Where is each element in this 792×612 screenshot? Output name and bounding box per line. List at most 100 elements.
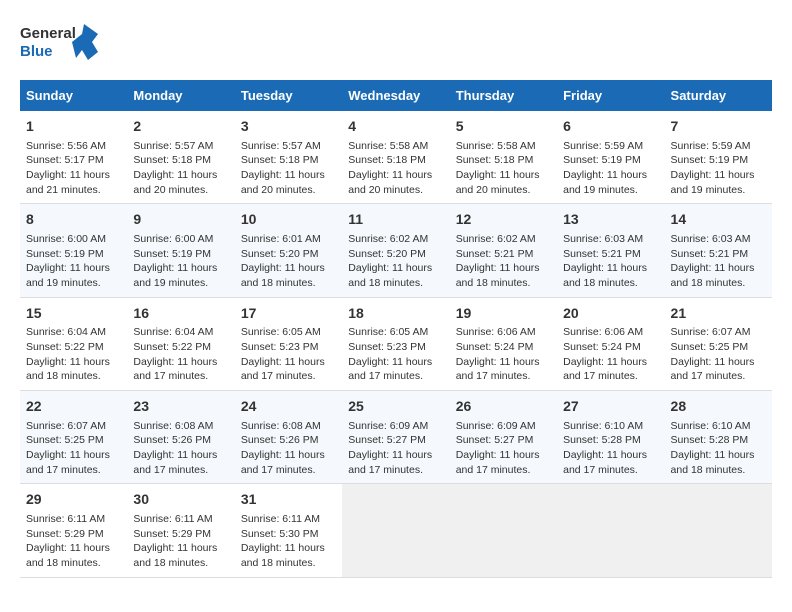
day-info: Sunrise: 6:08 AM Sunset: 5:26 PM Dayligh… — [241, 419, 336, 478]
day-info: Sunrise: 6:04 AM Sunset: 5:22 PM Dayligh… — [26, 325, 121, 384]
calendar-header: SundayMondayTuesdayWednesdayThursdayFrid… — [20, 80, 772, 111]
day-number: 3 — [241, 117, 336, 137]
day-cell — [665, 484, 772, 577]
day-cell: 10Sunrise: 6:01 AM Sunset: 5:20 PM Dayli… — [235, 204, 342, 297]
day-info: Sunrise: 6:09 AM Sunset: 5:27 PM Dayligh… — [456, 419, 551, 478]
day-info: Sunrise: 6:03 AM Sunset: 5:21 PM Dayligh… — [563, 232, 658, 291]
day-info: Sunrise: 6:10 AM Sunset: 5:28 PM Dayligh… — [671, 419, 766, 478]
week-row-3: 15Sunrise: 6:04 AM Sunset: 5:22 PM Dayli… — [20, 297, 772, 390]
day-info: Sunrise: 5:58 AM Sunset: 5:18 PM Dayligh… — [456, 139, 551, 198]
day-number: 16 — [133, 304, 228, 324]
day-number: 15 — [26, 304, 121, 324]
day-number: 14 — [671, 210, 766, 230]
day-info: Sunrise: 5:59 AM Sunset: 5:19 PM Dayligh… — [563, 139, 658, 198]
day-number: 1 — [26, 117, 121, 137]
day-info: Sunrise: 6:05 AM Sunset: 5:23 PM Dayligh… — [241, 325, 336, 384]
day-number: 12 — [456, 210, 551, 230]
day-cell: 12Sunrise: 6:02 AM Sunset: 5:21 PM Dayli… — [450, 204, 557, 297]
day-number: 5 — [456, 117, 551, 137]
day-cell: 7Sunrise: 5:59 AM Sunset: 5:19 PM Daylig… — [665, 111, 772, 204]
day-cell: 25Sunrise: 6:09 AM Sunset: 5:27 PM Dayli… — [342, 391, 449, 484]
day-cell: 3Sunrise: 5:57 AM Sunset: 5:18 PM Daylig… — [235, 111, 342, 204]
col-header-friday: Friday — [557, 80, 664, 111]
day-cell: 29Sunrise: 6:11 AM Sunset: 5:29 PM Dayli… — [20, 484, 127, 577]
day-number: 27 — [563, 397, 658, 417]
day-number: 22 — [26, 397, 121, 417]
day-cell: 5Sunrise: 5:58 AM Sunset: 5:18 PM Daylig… — [450, 111, 557, 204]
day-cell: 26Sunrise: 6:09 AM Sunset: 5:27 PM Dayli… — [450, 391, 557, 484]
day-number: 24 — [241, 397, 336, 417]
day-cell: 11Sunrise: 6:02 AM Sunset: 5:20 PM Dayli… — [342, 204, 449, 297]
day-info: Sunrise: 6:11 AM Sunset: 5:29 PM Dayligh… — [26, 512, 121, 571]
day-cell — [342, 484, 449, 577]
week-row-2: 8Sunrise: 6:00 AM Sunset: 5:19 PM Daylig… — [20, 204, 772, 297]
day-cell: 15Sunrise: 6:04 AM Sunset: 5:22 PM Dayli… — [20, 297, 127, 390]
day-number: 13 — [563, 210, 658, 230]
day-number: 29 — [26, 490, 121, 510]
day-number: 19 — [456, 304, 551, 324]
day-cell: 6Sunrise: 5:59 AM Sunset: 5:19 PM Daylig… — [557, 111, 664, 204]
day-info: Sunrise: 5:58 AM Sunset: 5:18 PM Dayligh… — [348, 139, 443, 198]
day-info: Sunrise: 6:02 AM Sunset: 5:20 PM Dayligh… — [348, 232, 443, 291]
week-row-4: 22Sunrise: 6:07 AM Sunset: 5:25 PM Dayli… — [20, 391, 772, 484]
week-row-5: 29Sunrise: 6:11 AM Sunset: 5:29 PM Dayli… — [20, 484, 772, 577]
day-info: Sunrise: 6:11 AM Sunset: 5:30 PM Dayligh… — [241, 512, 336, 571]
day-number: 23 — [133, 397, 228, 417]
day-cell: 14Sunrise: 6:03 AM Sunset: 5:21 PM Dayli… — [665, 204, 772, 297]
day-number: 9 — [133, 210, 228, 230]
day-cell — [557, 484, 664, 577]
day-cell: 17Sunrise: 6:05 AM Sunset: 5:23 PM Dayli… — [235, 297, 342, 390]
col-header-monday: Monday — [127, 80, 234, 111]
logo: GeneralBlue — [20, 20, 100, 64]
day-info: Sunrise: 6:00 AM Sunset: 5:19 PM Dayligh… — [133, 232, 228, 291]
day-info: Sunrise: 6:11 AM Sunset: 5:29 PM Dayligh… — [133, 512, 228, 571]
day-number: 8 — [26, 210, 121, 230]
day-info: Sunrise: 5:56 AM Sunset: 5:17 PM Dayligh… — [26, 139, 121, 198]
day-number: 28 — [671, 397, 766, 417]
day-cell: 16Sunrise: 6:04 AM Sunset: 5:22 PM Dayli… — [127, 297, 234, 390]
day-number: 11 — [348, 210, 443, 230]
day-cell: 23Sunrise: 6:08 AM Sunset: 5:26 PM Dayli… — [127, 391, 234, 484]
day-cell — [450, 484, 557, 577]
day-info: Sunrise: 6:08 AM Sunset: 5:26 PM Dayligh… — [133, 419, 228, 478]
day-cell: 4Sunrise: 5:58 AM Sunset: 5:18 PM Daylig… — [342, 111, 449, 204]
day-cell: 9Sunrise: 6:00 AM Sunset: 5:19 PM Daylig… — [127, 204, 234, 297]
day-info: Sunrise: 6:05 AM Sunset: 5:23 PM Dayligh… — [348, 325, 443, 384]
day-number: 18 — [348, 304, 443, 324]
day-info: Sunrise: 5:59 AM Sunset: 5:19 PM Dayligh… — [671, 139, 766, 198]
day-info: Sunrise: 5:57 AM Sunset: 5:18 PM Dayligh… — [241, 139, 336, 198]
day-info: Sunrise: 6:10 AM Sunset: 5:28 PM Dayligh… — [563, 419, 658, 478]
day-info: Sunrise: 6:06 AM Sunset: 5:24 PM Dayligh… — [456, 325, 551, 384]
day-info: Sunrise: 6:04 AM Sunset: 5:22 PM Dayligh… — [133, 325, 228, 384]
day-number: 31 — [241, 490, 336, 510]
day-cell: 13Sunrise: 6:03 AM Sunset: 5:21 PM Dayli… — [557, 204, 664, 297]
day-cell: 8Sunrise: 6:00 AM Sunset: 5:19 PM Daylig… — [20, 204, 127, 297]
day-number: 26 — [456, 397, 551, 417]
day-info: Sunrise: 6:07 AM Sunset: 5:25 PM Dayligh… — [671, 325, 766, 384]
day-cell: 30Sunrise: 6:11 AM Sunset: 5:29 PM Dayli… — [127, 484, 234, 577]
col-header-thursday: Thursday — [450, 80, 557, 111]
day-number: 20 — [563, 304, 658, 324]
svg-text:General: General — [20, 25, 76, 42]
day-info: Sunrise: 6:07 AM Sunset: 5:25 PM Dayligh… — [26, 419, 121, 478]
day-number: 10 — [241, 210, 336, 230]
day-info: Sunrise: 6:01 AM Sunset: 5:20 PM Dayligh… — [241, 232, 336, 291]
day-number: 4 — [348, 117, 443, 137]
day-info: Sunrise: 6:06 AM Sunset: 5:24 PM Dayligh… — [563, 325, 658, 384]
day-cell: 24Sunrise: 6:08 AM Sunset: 5:26 PM Dayli… — [235, 391, 342, 484]
day-number: 17 — [241, 304, 336, 324]
day-info: Sunrise: 6:09 AM Sunset: 5:27 PM Dayligh… — [348, 419, 443, 478]
col-header-sunday: Sunday — [20, 80, 127, 111]
col-header-tuesday: Tuesday — [235, 80, 342, 111]
day-cell: 20Sunrise: 6:06 AM Sunset: 5:24 PM Dayli… — [557, 297, 664, 390]
day-number: 2 — [133, 117, 228, 137]
day-cell: 21Sunrise: 6:07 AM Sunset: 5:25 PM Dayli… — [665, 297, 772, 390]
day-cell: 27Sunrise: 6:10 AM Sunset: 5:28 PM Dayli… — [557, 391, 664, 484]
day-info: Sunrise: 6:00 AM Sunset: 5:19 PM Dayligh… — [26, 232, 121, 291]
day-info: Sunrise: 5:57 AM Sunset: 5:18 PM Dayligh… — [133, 139, 228, 198]
day-number: 6 — [563, 117, 658, 137]
day-number: 25 — [348, 397, 443, 417]
day-cell: 18Sunrise: 6:05 AM Sunset: 5:23 PM Dayli… — [342, 297, 449, 390]
page-header: GeneralBlue — [20, 20, 772, 64]
day-number: 21 — [671, 304, 766, 324]
